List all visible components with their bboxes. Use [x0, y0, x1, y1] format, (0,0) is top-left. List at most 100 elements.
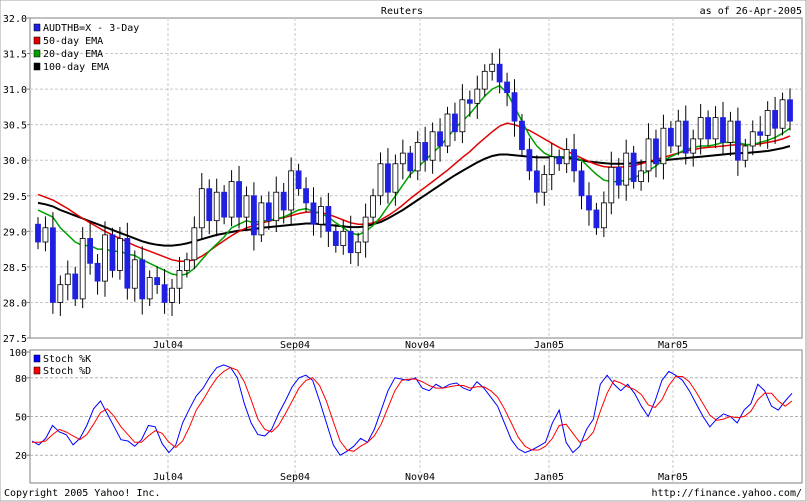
candle-body: [459, 99, 466, 133]
candle-body: [757, 131, 764, 136]
candle-body: [787, 99, 793, 122]
candle-body: [742, 145, 749, 161]
candle: [49, 212, 56, 314]
stoch-legend: Stoch %KStoch %D: [33, 354, 91, 377]
legend-swatch: [33, 49, 41, 58]
candle-body: [251, 195, 257, 236]
candle-body: [49, 227, 56, 303]
price-y-tick-label: 32.0: [3, 14, 27, 25]
candle-body: [117, 238, 123, 271]
candle-body: [236, 181, 242, 218]
candle-body: [660, 127, 667, 165]
candle-body: [35, 223, 41, 243]
candle-body: [87, 238, 94, 264]
candle-body: [608, 166, 615, 204]
candle-body: [474, 88, 481, 104]
chart-canvas: Reuters as of 26-Apr-2005 27.5 28.0 28.5 29…: [0, 0, 807, 502]
price-y-tick-label: 31.5: [3, 50, 27, 61]
candle-body: [749, 131, 756, 147]
candle-body: [57, 284, 64, 303]
candle: [444, 106, 451, 154]
candle-body: [176, 270, 183, 289]
candle-body: [399, 152, 406, 165]
price-x-tick-label: Sep04: [280, 340, 310, 351]
candle: [109, 227, 116, 278]
stoch-x-tick-label: Nov04: [405, 472, 435, 483]
candle-body: [705, 117, 711, 140]
candle-body: [184, 259, 190, 271]
price-x-tick-label: Mar05: [658, 340, 688, 351]
candle-body: [206, 188, 213, 222]
candle-body: [727, 120, 734, 143]
candle-body: [615, 166, 622, 186]
stoch-legend-swatch: [33, 354, 41, 363]
price-y-tick-label: 30.5: [3, 121, 27, 132]
candle-body: [79, 238, 86, 300]
candle-body: [94, 262, 101, 282]
chart-title: Reuters: [381, 6, 423, 17]
candle-body: [519, 120, 525, 150]
candle-body: [653, 138, 659, 165]
candle-body: [571, 149, 577, 172]
candle-body: [764, 110, 771, 136]
price-y-tick-label: 29.5: [3, 192, 27, 203]
candle-body: [124, 238, 131, 289]
candle-body: [541, 174, 548, 193]
candle-body: [377, 163, 384, 197]
candle-body: [623, 152, 630, 186]
candle-body: [720, 117, 726, 143]
price-y-tick-label: 29.0: [3, 227, 27, 238]
candle-body: [280, 191, 287, 211]
candle-body: [325, 206, 332, 232]
footer-url[interactable]: http://finance.yahoo.com/: [651, 488, 802, 499]
candle-body: [385, 163, 391, 193]
candle-body: [578, 170, 585, 197]
candle-body: [437, 131, 443, 147]
candle-body: [466, 99, 473, 104]
stoch-y-tick-label: 20: [15, 451, 27, 462]
candle-body: [265, 202, 272, 222]
candle-body: [347, 230, 354, 254]
legend-swatch: [33, 23, 41, 32]
candle-body: [355, 241, 362, 254]
stoch-panel: 20 50 80 100 Jul04 Sep04 Nov04 Jan05 Mar05 Stoc…: [9, 348, 803, 484]
candle-body: [139, 259, 146, 300]
candle-body: [772, 110, 779, 129]
candle-body: [593, 209, 600, 229]
candle-body: [452, 113, 458, 133]
legend-label: 100-day EMA: [43, 62, 109, 73]
candle-body: [392, 163, 399, 193]
candle-body: [370, 195, 376, 218]
stoch-x-tick-label: Sep04: [280, 472, 310, 483]
candle: [258, 195, 265, 242]
candle-body: [645, 138, 652, 172]
legend-label: 50-day EMA: [43, 36, 103, 47]
candle-body: [444, 113, 451, 147]
candle-body: [690, 138, 697, 154]
candle-body: [332, 230, 339, 246]
stoch-legend-label: Stoch %D: [43, 366, 91, 377]
stoch-x-tick-label: Mar05: [658, 472, 688, 483]
stoch-legend-label: Stoch %K: [43, 354, 91, 365]
price-x-tick-label: Jul04: [153, 340, 183, 351]
candle-body: [481, 70, 488, 90]
candle-body: [288, 170, 295, 211]
price-panel-frame: [29, 17, 803, 339]
price-y-tick-label: 28.5: [3, 263, 27, 274]
candle-body: [131, 259, 138, 289]
candle-body: [42, 227, 49, 243]
candle-body: [198, 188, 205, 229]
legend-label: 20-day EMA: [43, 49, 103, 60]
candle-body: [169, 287, 175, 303]
candle-body: [429, 131, 436, 161]
price-y-tick-label: 31.0: [3, 85, 27, 96]
candle-body: [109, 234, 116, 271]
candle-body: [102, 234, 108, 282]
stoch-y-tick-label: 80: [15, 374, 27, 385]
candle-body: [712, 117, 719, 140]
candle-body: [563, 149, 570, 165]
candle-body: [273, 191, 280, 222]
price-panel: 27.5 28.0 28.5 29.0 29.5 30.0 30.5 31.0 31.5 32.0…: [3, 14, 803, 351]
candle-body: [228, 181, 235, 218]
candle-body: [675, 120, 682, 147]
